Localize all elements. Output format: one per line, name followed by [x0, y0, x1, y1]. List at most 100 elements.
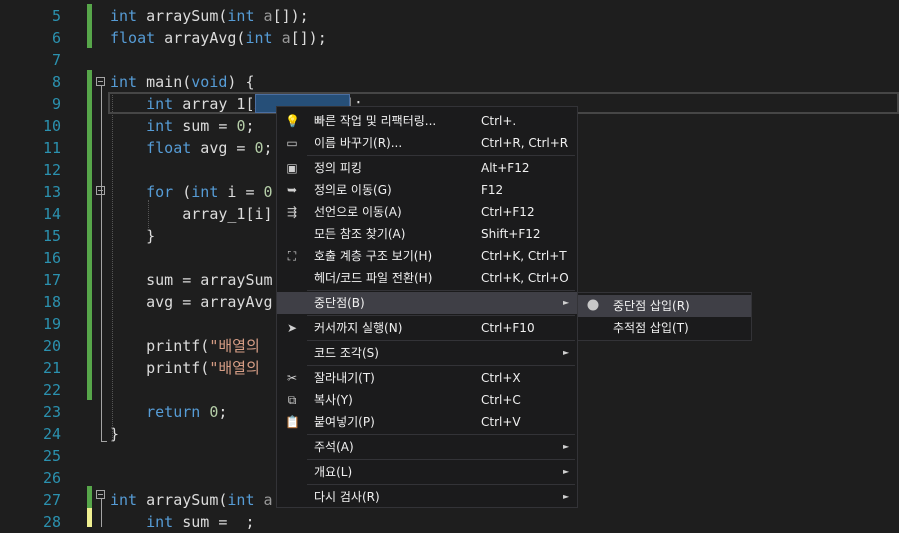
code-token: 0 [254, 139, 264, 157]
code-token: printf( [110, 337, 210, 355]
menu-item-shortcut: Ctrl+F10 [481, 321, 535, 335]
menu-item-toggle-header[interactable]: 헤더/코드 파일 전환(H) Ctrl+K, Ctrl+O [277, 267, 577, 289]
indent-guide [148, 200, 149, 230]
menu-separator [307, 340, 575, 341]
line-number: 11 [42, 139, 61, 157]
submenu-item-insert-breakpoint[interactable]: 중단점 삽입(R) [578, 295, 751, 317]
menu-item-run-to-cursor[interactable]: ➤ 커서까지 실행(N) Ctrl+F10 [277, 317, 577, 339]
line-number: 7 [51, 51, 61, 69]
line-number: 10 [42, 117, 61, 135]
code-token: ) { [227, 73, 255, 91]
code-token: int [227, 7, 255, 25]
code-token: arrayAvg( [155, 29, 246, 47]
menu-item-go-to-declaration[interactable]: ⇶ 선언으로 이동(A) Ctrl+F12 [277, 201, 577, 223]
menu-item-shortcut: Ctrl+R, Ctrl+R [481, 136, 569, 150]
code-line[interactable]: for (int i = 0 [110, 181, 272, 203]
code-token: int [146, 513, 174, 531]
code-line[interactable]: printf("배열의 [110, 335, 260, 357]
line-number: 27 [42, 491, 61, 509]
line-number: 17 [42, 271, 61, 289]
menu-item-label: 선언으로 이동(A) [314, 205, 402, 219]
code-line[interactable]: float avg = 0; [110, 137, 272, 159]
code-line[interactable]: printf("배열의 [110, 357, 260, 379]
submenu-item-label: 중단점 삽입(R) [613, 299, 690, 313]
menu-item-rescan[interactable]: 다시 검사(R) ► [277, 486, 577, 508]
code-line[interactable]: int arraySum(int a[]); [110, 5, 309, 27]
menu-item-label: 이름 바꾸기(R)... [314, 136, 403, 150]
code-token: a [281, 29, 291, 47]
menu-item-label: 중단점(B) [314, 296, 365, 310]
collapse-for-icon[interactable] [96, 186, 105, 195]
code-token: "배열의 [209, 337, 260, 355]
menu-item-outlining[interactable]: 개요(L) ► [277, 461, 577, 483]
line-number: 14 [42, 205, 61, 223]
change-margin-unsaved [87, 508, 92, 527]
menu-item-shortcut: Alt+F12 [481, 161, 530, 175]
code-token: a [263, 7, 273, 25]
menu-item-breakpoint[interactable]: 중단점(B) ► [277, 292, 577, 314]
menu-item-quick-actions[interactable]: 💡 빠른 작업 및 리팩터링... Ctrl+. [277, 110, 577, 132]
menu-item-go-to-definition[interactable]: ➥ 정의로 이동(G) F12 [277, 179, 577, 201]
menu-separator [307, 484, 575, 485]
copy-icon: ⧉ [287, 393, 297, 407]
submenu-arrow-icon: ► [563, 298, 570, 307]
code-line[interactable]: sum = arraySum [110, 269, 272, 291]
menu-item-find-all-references[interactable]: 모든 참조 찾기(A) Shift+F12 [277, 223, 577, 245]
code-token: avg = [191, 139, 255, 157]
code-token: printf( [110, 359, 210, 377]
code-token: sum = [173, 117, 237, 135]
code-line[interactable]: int main(void) { [110, 71, 255, 93]
line-number: 25 [42, 447, 61, 465]
menu-item-shortcut: Ctrl+F12 [481, 205, 535, 219]
code-token: int [245, 29, 273, 47]
menu-item-call-hierarchy[interactable]: ⛶ 호출 계층 구조 보기(H) Ctrl+K, Ctrl+T [277, 245, 577, 267]
line-number: 15 [42, 227, 61, 245]
menu-item-label: 정의 피킹 [314, 161, 362, 175]
menu-item-rename[interactable]: ▭ 이름 바꾸기(R)... Ctrl+R, Ctrl+R [277, 132, 577, 154]
menu-separator [307, 155, 575, 156]
context-menu: 💡 빠른 작업 및 리팩터링... Ctrl+. ▭ 이름 바꾸기(R)... Ctrl+… [276, 106, 578, 508]
code-token: a [263, 491, 273, 509]
code-line[interactable]: array_1[i] [110, 203, 273, 225]
line-number: 12 [42, 161, 61, 179]
menu-item-paste[interactable]: 📋 붙여넣기(P) Ctrl+V [277, 411, 577, 433]
breakpoint-dot-icon [586, 299, 600, 313]
collapse-arraysum-icon[interactable] [96, 490, 105, 499]
submenu-arrow-icon: ► [563, 492, 570, 501]
collapse-main-icon[interactable] [96, 77, 105, 86]
menu-item-comment[interactable]: 주석(A) ► [277, 436, 577, 458]
menu-item-label: 잘라내기(T) [314, 371, 375, 385]
code-token: int [110, 491, 138, 509]
menu-item-snippet[interactable]: 코드 조각(S) ► [277, 342, 577, 364]
code-line[interactable]: avg = arrayAvg [110, 291, 272, 313]
menu-separator [307, 290, 575, 291]
rename-icon: ▭ [286, 136, 298, 150]
code-token: array_1[i] [110, 205, 273, 223]
code-line[interactable]: int sum = 0; [110, 115, 254, 137]
code-token: int [110, 7, 138, 25]
menu-item-shortcut: Ctrl+X [481, 371, 521, 385]
submenu-arrow-icon: ► [563, 348, 570, 357]
code-line[interactable]: int arraySum(int a [110, 489, 273, 511]
menu-separator [307, 315, 575, 316]
code-token: float [110, 29, 156, 47]
change-margin-saved [87, 70, 92, 400]
menu-item-copy[interactable]: ⧉ 복사(Y) Ctrl+C [277, 389, 577, 411]
line-number: 26 [42, 469, 61, 487]
menu-item-cut[interactable]: ✂ 잘라내기(T) Ctrl+X [277, 367, 577, 389]
code-line[interactable]: int sum = ; [110, 511, 254, 533]
code-token: float [146, 139, 192, 157]
menu-item-peek-definition[interactable]: ▣ 정의 피킹 Alt+F12 [277, 157, 577, 179]
code-line[interactable]: return 0; [110, 401, 227, 423]
menu-item-label: 모든 참조 찾기(A) [314, 227, 406, 241]
submenu-item-insert-tracepoint[interactable]: 추적점 삽입(T) [578, 317, 751, 339]
code-line[interactable]: float arrayAvg(int a[]); [110, 27, 327, 49]
menu-item-shortcut: Ctrl+C [481, 393, 521, 407]
code-token: ; [218, 403, 228, 421]
menu-separator [307, 365, 575, 366]
line-number: 22 [42, 381, 61, 399]
code-token: int [146, 117, 174, 135]
